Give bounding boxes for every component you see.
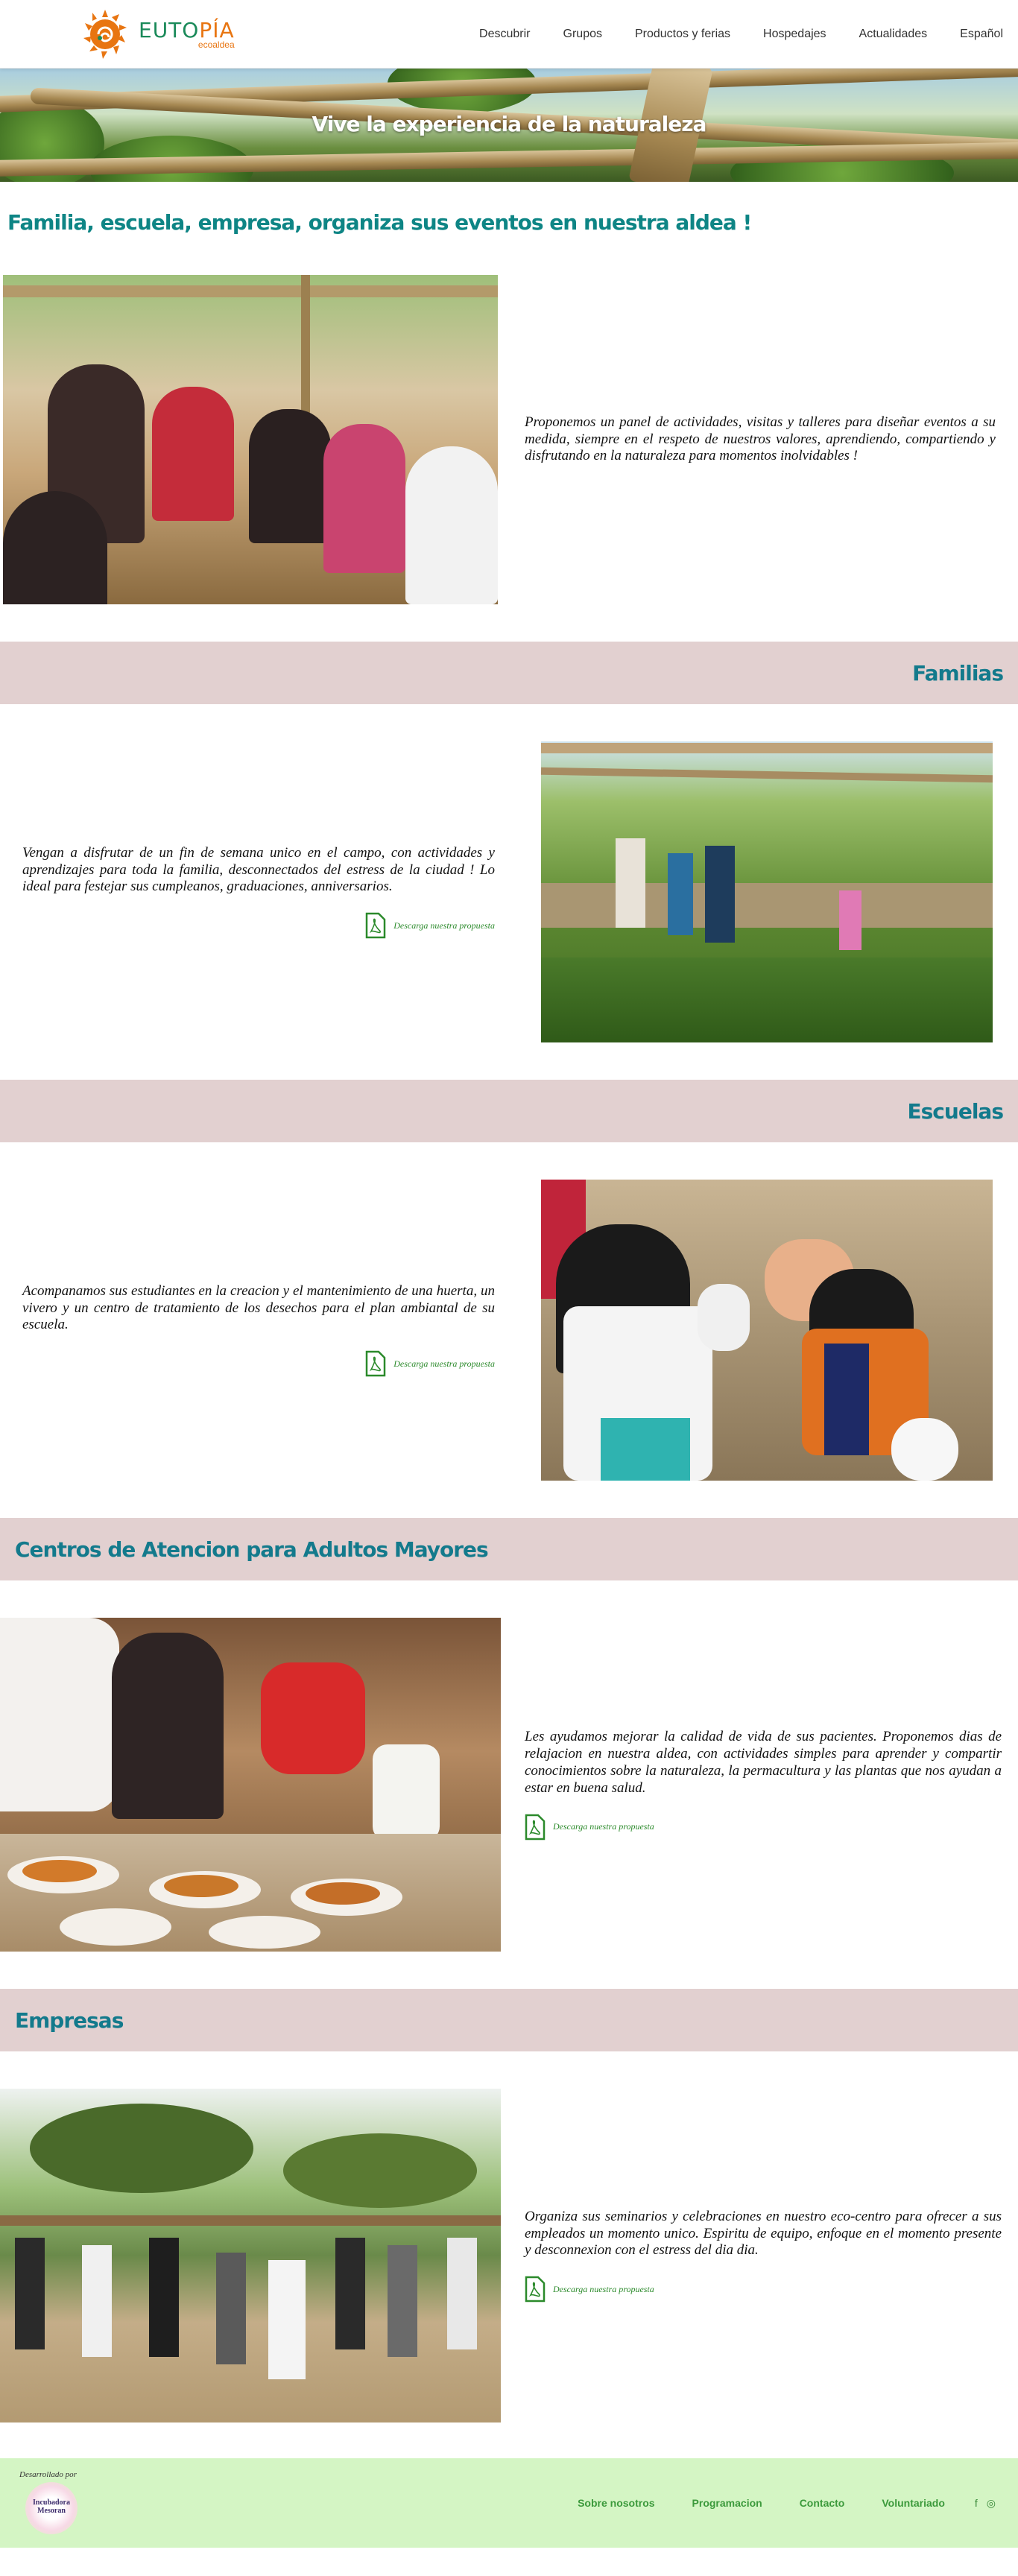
- empresas-photo: [0, 2089, 501, 2422]
- section-band-adultos-mayores: Centros de Atencion para Adultos Mayores: [0, 1518, 1018, 1580]
- pdf-icon: [365, 912, 386, 939]
- nav-actualidades[interactable]: Actualidades: [859, 28, 928, 41]
- section-band-escuelas: Escuelas: [0, 1080, 1018, 1142]
- adultos-text: Les ayudamos mejorar la calidad de vida …: [525, 1729, 1002, 1796]
- adultos-content: Les ayudamos mejorar la calidad de vida …: [525, 1729, 1002, 1840]
- section-title-escuelas: Escuelas: [907, 1098, 1004, 1124]
- developer-label: Desarrollado por: [19, 2470, 77, 2479]
- logo-tagline: ecoaldea: [197, 39, 235, 50]
- facebook-icon[interactable]: f: [975, 2497, 978, 2510]
- adultos-photo: [0, 1618, 501, 1952]
- hero-title: Vive la experiencia de la naturaleza: [312, 112, 707, 136]
- footer-nav: Sobre nosotros Programacion Contacto Vol…: [578, 2497, 945, 2509]
- footer-link-sobre-nosotros[interactable]: Sobre nosotros: [578, 2497, 654, 2509]
- intro-photo: [3, 275, 498, 604]
- footer-link-programacion[interactable]: Programacion: [692, 2497, 762, 2509]
- section-title-familias: Familias: [912, 660, 1004, 686]
- pdf-icon: [525, 1814, 546, 1840]
- nav-grupos[interactable]: Grupos: [563, 28, 602, 41]
- footer-link-contacto[interactable]: Contacto: [800, 2497, 845, 2509]
- hero-banner: Vive la experiencia de la naturaleza: [0, 69, 1018, 182]
- adultos-row: Les ayudamos mejorar la calidad de vida …: [0, 1618, 1018, 1952]
- section-band-empresas: Empresas: [0, 1989, 1018, 2051]
- pdf-icon: [365, 1350, 386, 1377]
- intro-row: Proponemos un panel de actividades, visi…: [0, 275, 1018, 604]
- nav-hospedajes[interactable]: Hospedajes: [763, 28, 826, 41]
- adultos-download-link[interactable]: Descarga nuestra propuesta: [525, 1814, 1002, 1841]
- familias-photo: [541, 741, 993, 1042]
- familias-content: Vengan a disfrutar de un fin de semana u…: [22, 845, 495, 939]
- empresas-row: Organiza sus seminarios y celebraciones …: [0, 2089, 1018, 2422]
- nav-language[interactable]: Español: [960, 28, 1003, 41]
- escuelas-row: Acompanamos sus estudiantes en la creaci…: [0, 1180, 1018, 1481]
- section-title-adultos-mayores: Centros de Atencion para Adultos Mayores: [15, 1537, 489, 1562]
- escuelas-photo: [541, 1180, 993, 1481]
- site-header: EUTOPÍA ecoaldea Descubrir Grupos Produc…: [0, 0, 1018, 69]
- intro-title: Familia, escuela, empresa, organiza sus …: [7, 210, 752, 235]
- logo[interactable]: EUTOPÍA ecoaldea: [82, 8, 235, 60]
- familias-text: Vengan a disfrutar de un fin de semana u…: [22, 844, 495, 895]
- nav-descubrir[interactable]: Descubrir: [479, 28, 530, 41]
- sun-spiral-icon: [83, 9, 127, 59]
- site-footer: Desarrollado por Incubadora Mesoran Sobr…: [0, 2458, 1018, 2548]
- main-nav: Descubrir Grupos Productos y ferias Hosp…: [479, 28, 1003, 41]
- pdf-icon: [525, 2276, 546, 2303]
- familias-row: Vengan a disfrutar de un fin de semana u…: [0, 741, 1018, 1042]
- developer-name: Incubadora Mesoran: [32, 2499, 70, 2515]
- escuelas-download-link[interactable]: Descarga nuestra propuesta: [22, 1350, 495, 1377]
- social-links: f ◎: [975, 2497, 996, 2510]
- developer-credit[interactable]: Desarrollado por Incubadora Mesoran: [10, 2466, 92, 2540]
- escuelas-text: Acompanamos sus estudiantes en la creaci…: [22, 1282, 495, 1333]
- nav-productos-ferias[interactable]: Productos y ferias: [635, 28, 730, 41]
- empresas-text: Organiza sus seminarios y celebraciones …: [525, 2208, 1002, 2259]
- instagram-icon[interactable]: ◎: [987, 2497, 996, 2510]
- empresas-content: Organiza sus seminarios y celebraciones …: [525, 2209, 1002, 2303]
- section-title-empresas: Empresas: [15, 2007, 124, 2033]
- empresas-download-link[interactable]: Descarga nuestra propuesta: [525, 2276, 1002, 2303]
- familias-download-link[interactable]: Descarga nuestra propuesta: [22, 912, 495, 939]
- escuelas-content: Acompanamos sus estudiantes en la creaci…: [22, 1283, 495, 1377]
- intro-text: Proponemos un panel de actividades, visi…: [525, 414, 996, 464]
- footer-link-voluntariado[interactable]: Voluntariado: [882, 2497, 945, 2509]
- section-band-familias: Familias: [0, 642, 1018, 704]
